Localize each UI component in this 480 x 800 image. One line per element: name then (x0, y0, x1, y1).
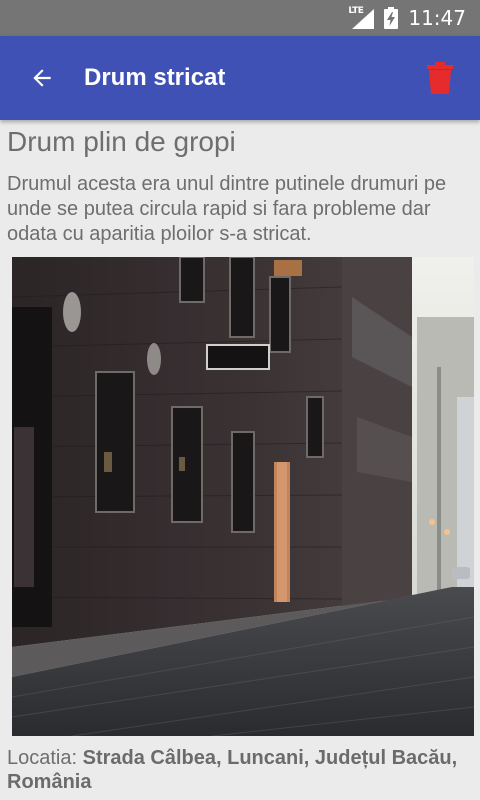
status-bar: LTE 11:47 (0, 0, 480, 36)
arrow-back-icon (33, 69, 51, 87)
post-description: Drumul acesta era unul dintre putinele d… (7, 173, 447, 245)
battery-charging-icon (384, 7, 399, 29)
trash-icon (427, 62, 453, 94)
lte-signal-icon: LTE (348, 6, 375, 30)
back-button[interactable] (22, 58, 62, 98)
delete-button[interactable] (422, 60, 458, 96)
app-bar: Drum stricat (0, 36, 480, 120)
post-photo (12, 257, 474, 736)
clock: 11:47 (408, 6, 466, 30)
post-detail: Drum plin de gropi Drumul acesta era unu… (0, 120, 480, 800)
location-label: Locatia: (7, 747, 78, 769)
post-location: Locatia: Strada Câlbea, Luncani, Județul… (7, 746, 477, 794)
page-title: Drum stricat (84, 64, 226, 91)
post-title: Drum plin de gropi (7, 126, 236, 157)
